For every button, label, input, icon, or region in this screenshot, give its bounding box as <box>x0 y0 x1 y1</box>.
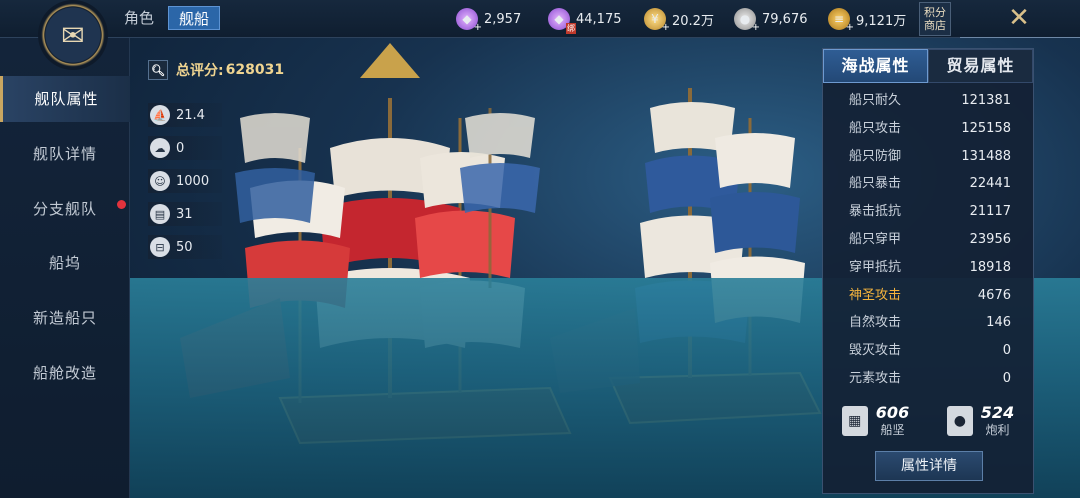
main-tabs: 角色 舰船 <box>114 6 221 30</box>
crew-icon: ☺ <box>150 171 170 191</box>
attribute-row-highlighted: 神圣攻击 4676 <box>849 287 1011 303</box>
sidebar-item-fleet-attributes[interactable]: 舰队属性 <box>0 76 130 122</box>
resource-silver[interactable]: ● + 79,676 <box>734 8 808 33</box>
resource-gem[interactable]: ◆ + 2,957 <box>456 8 522 33</box>
ammo-icon: ⊟ <box>150 237 170 257</box>
sidebar-item-branch-fleet[interactable]: 分支舰队 <box>0 186 130 232</box>
attribute-row: 暴击抵抗 21117 <box>849 204 1011 220</box>
attribute-row: 船只耐久 121381 <box>849 93 1011 108</box>
attribute-row: 自然攻击 146 <box>849 315 1011 331</box>
scroll-emblem-icon: ✉ <box>61 18 85 52</box>
attribute-row: 穿甲抵抗 18918 <box>849 259 1011 275</box>
supplies-icon: ▤ <box>150 204 170 224</box>
stat-cargo: ☁ 0 <box>148 136 222 160</box>
notification-dot <box>117 200 126 209</box>
sidebar-item-cabin-refit[interactable]: 船舱改造 <box>0 350 130 396</box>
attribute-row: 船只攻击 125158 <box>849 120 1011 136</box>
score-label: 总评分: <box>176 63 224 79</box>
purple-gem-icon: ◆ + <box>456 8 482 33</box>
gold-coin-icon: ¥ + <box>644 8 670 33</box>
resource-coins[interactable]: ≡ + 9,121万 <box>828 8 907 33</box>
armor-icon: ▦ <box>841 406 868 436</box>
resource-bound-gem-value: 44,175 <box>576 11 622 27</box>
resource-bound-gem: ◆ 绑 44,175 <box>548 8 622 34</box>
sidebar-item-fleet-details[interactable]: 舰队详情 <box>0 131 130 177</box>
attribute-row: 元素攻击 0 <box>849 370 1011 386</box>
sidebar: 舰队属性 舰队详情 分支舰队 船坞 新造船只 船舱改造 <box>0 38 130 498</box>
close-icon[interactable]: ✕ <box>1004 4 1034 34</box>
avatar[interactable]: ✉ <box>38 0 108 70</box>
resource-coins-value: 9,121万 <box>856 13 907 29</box>
attribute-list: 船只耐久 121381 船只攻击 125158 船只防御 131488 船只暴击 224… <box>823 83 1033 393</box>
sidebar-item-shipyard[interactable]: 船坞 <box>0 240 130 286</box>
resource-gem-value: 2,957 <box>484 11 522 27</box>
cargo-icon: ☁ <box>150 138 170 158</box>
cannon-icon: ● <box>946 406 973 436</box>
tab-ship[interactable]: 舰船 <box>168 6 221 30</box>
stat-ammo: ⊟ 50 <box>148 235 222 259</box>
tab-trade-attributes[interactable]: 贸易属性 <box>928 49 1033 83</box>
armor-rating: ▦ 606 船坚 <box>841 401 909 441</box>
total-score: 🔍︎ 总评分: 628031 <box>148 60 284 80</box>
attribute-row: 毁灭攻击 0 <box>849 343 1011 359</box>
silver-coin-icon: ● + <box>734 8 760 33</box>
stat-supplies: ▤ 31 <box>148 202 222 226</box>
search-icon[interactable]: 🔍︎ <box>148 60 168 80</box>
stat-speed: ⛵ 21.4 <box>148 103 222 127</box>
tab-naval-attributes[interactable]: 海战属性 <box>823 49 928 83</box>
score-value: 628031 <box>225 62 285 78</box>
points-shop-button[interactable]: 积分 商店 <box>919 2 951 36</box>
attribute-details-button[interactable]: 属性详情 <box>875 451 983 481</box>
attribute-row: 船只穿甲 23956 <box>849 231 1011 247</box>
coin-stack-icon: ≡ + <box>828 8 854 33</box>
attribute-tabs: 海战属性 贸易属性 <box>823 49 1033 83</box>
sidebar-item-build-ship[interactable]: 新造船只 <box>0 295 130 341</box>
ship-speed-icon: ⛵ <box>150 105 170 125</box>
attribute-row: 船只防御 131488 <box>849 148 1011 164</box>
resource-gold-value: 20.2万 <box>672 13 714 29</box>
tab-character[interactable]: 角色 <box>114 6 164 30</box>
resource-gold[interactable]: ¥ + 20.2万 <box>644 8 714 33</box>
attribute-panel: 海战属性 贸易属性 船只耐久 121381 船只攻击 125158 船只防御 1314… <box>822 48 1034 494</box>
cannon-rating: ● 524 炮利 <box>946 401 1014 441</box>
stat-crew: ☺ 1000 <box>148 169 222 193</box>
resource-silver-value: 79,676 <box>762 11 808 27</box>
top-bar: 角色 舰船 ◆ + 2,957 ◆ 绑 44,175 ¥ + 20.2万 ● + 79,… <box>0 0 1080 38</box>
purple-gem-bound-icon: ◆ 绑 <box>548 8 576 34</box>
attribute-row: 船只暴击 22441 <box>849 176 1011 192</box>
summary-ratings: ▦ 606 船坚 ● 524 炮利 <box>823 401 1033 441</box>
